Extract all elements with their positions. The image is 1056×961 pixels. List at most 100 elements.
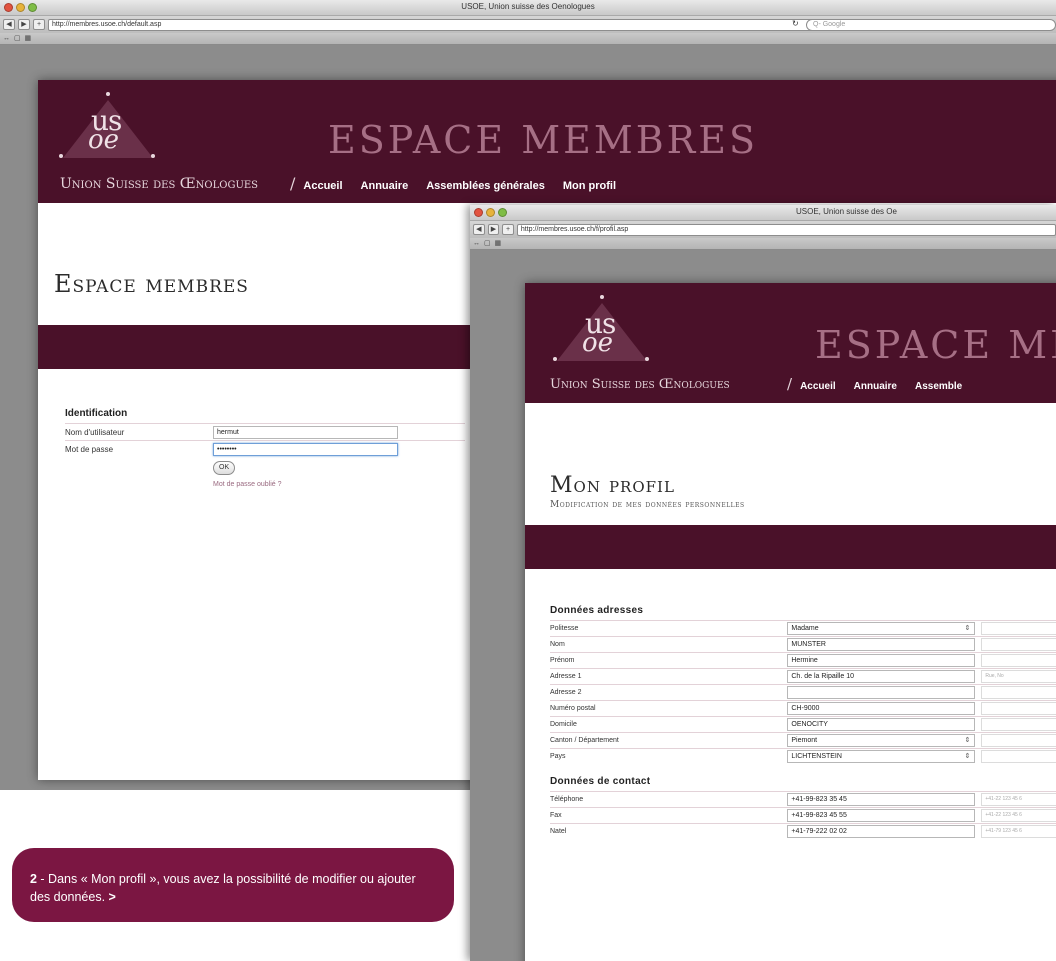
callout-number: 2	[30, 872, 37, 886]
address-form: Données adresses Politesse Madame Nom MUNST…	[550, 605, 1056, 839]
field-label: Téléphone	[550, 796, 584, 803]
window-title: USOE, Union suisse des Oe	[796, 207, 897, 216]
form-row: Prénom Hermine	[550, 652, 1056, 668]
format-hint: +41-22 123 45 6	[981, 809, 1056, 822]
field-label: Politesse	[550, 625, 579, 632]
bookmarks-bar: ↔ ▢ ▦	[0, 33, 1056, 45]
page-title: Mon profil	[550, 473, 675, 498]
window-controls	[474, 208, 507, 217]
form-row: Domicile OENOCITY	[550, 716, 1056, 732]
back-icon[interactable]: ◀	[473, 224, 485, 235]
window-titlebar: USOE, Union suisse des Oe	[470, 205, 1056, 221]
address-rows: PolitesseMadameNomMUNSTERPrénomHermineAd…	[550, 620, 1056, 764]
field-label: Nom	[550, 641, 565, 648]
username-row: Nom d'utilisateur hermut	[65, 423, 465, 440]
login-heading: Identification	[65, 408, 128, 419]
bookmarks-bar: ↔ ▢ ▦	[470, 238, 1056, 250]
forgot-password-link[interactable]: Mot de passe oublié ?	[213, 481, 465, 488]
search-input[interactable]: Q- Google	[806, 19, 1056, 31]
browser-window-profile: USOE, Union suisse des Oe ◀ ▶ + http://m…	[470, 205, 1056, 961]
page-title: Espace membres	[54, 270, 249, 298]
password-input[interactable]: ••••••••	[213, 442, 398, 456]
field-label: Natel	[550, 828, 567, 835]
browser-toolbar: ◀ ▶ + http://membres.usoe.ch/default.asp…	[0, 16, 1056, 33]
main-nav: / Accueil Annuaire Assemble	[787, 375, 963, 393]
text-field[interactable]: +41-99-823 45 55	[787, 809, 976, 822]
usoe-logo: us oe	[553, 295, 652, 370]
zoom-window-button[interactable]	[498, 208, 507, 217]
header-title: ESPACE MEM	[815, 323, 1056, 367]
form-row: Numéro postal CH-9000	[550, 700, 1056, 716]
login-form: Identification Nom d'utilisateur hermut …	[65, 408, 465, 488]
nav-annuaire[interactable]: Annuaire	[361, 180, 409, 192]
text-field[interactable]: +41-79-222 02 02	[787, 825, 976, 838]
form-row: Canton / Département Piemont	[550, 732, 1056, 748]
form-row: Natel +41-79-222 02 02 +41-79 123 45 6	[550, 823, 1056, 839]
text-field[interactable]	[787, 686, 976, 699]
format-hint: Rue, No	[981, 670, 1056, 683]
minimize-window-button[interactable]	[486, 208, 495, 217]
address-bar[interactable]: http://membres.usoe.ch/default.asp	[48, 18, 818, 31]
add-bookmark-icon[interactable]: +	[33, 19, 45, 30]
forward-icon[interactable]: ▶	[487, 224, 500, 235]
field-label: Canton / Département	[550, 737, 619, 744]
bookmarks-icons[interactable]: ↔ ▢ ▦	[473, 240, 502, 247]
main-nav: / Accueil Annuaire Assemblées générales …	[290, 174, 617, 193]
form-row: Fax +41-99-823 45 55 +41-22 123 45 6	[550, 807, 1056, 823]
format-hint	[981, 622, 1056, 635]
add-bookmark-icon[interactable]: +	[502, 224, 514, 235]
select-field[interactable]: Piemont	[787, 734, 976, 747]
field-label: Fax	[550, 812, 562, 819]
address-bar[interactable]: http://membres.usoe.ch/f/profil.asp	[516, 223, 1056, 236]
reload-icon[interactable]: ↻	[792, 19, 799, 28]
username-input[interactable]: hermut	[213, 425, 398, 439]
form-row: Pays LICHTENSTEIN	[550, 748, 1056, 764]
browser-toolbar: ◀ ▶ + http://membres.usoe.ch/f/profil.as…	[470, 221, 1056, 238]
field-label: Adresse 1	[550, 673, 582, 680]
bookmarks-icons[interactable]: ↔ ▢ ▦	[3, 35, 32, 42]
site-header: us oe ESPACE MEMBRES Union Suisse des Œn…	[38, 80, 1056, 203]
format-hint	[981, 638, 1056, 651]
window-title: USOE, Union suisse des Oenologues	[461, 2, 595, 11]
nav-accueil[interactable]: Accueil	[303, 180, 342, 192]
close-window-button[interactable]	[474, 208, 483, 217]
select-field[interactable]: Madame	[787, 622, 976, 635]
nav-mon-profil[interactable]: Mon profil	[563, 180, 616, 192]
title-band	[525, 525, 1056, 569]
form-row: Adresse 2	[550, 684, 1056, 700]
field-label: Adresse 2	[550, 689, 582, 696]
forward-icon[interactable]: ▶	[18, 19, 30, 30]
nav-annuaire[interactable]: Annuaire	[854, 381, 897, 392]
contact-heading: Données de contact	[550, 776, 651, 787]
text-field[interactable]: +41-99-823 35 45	[787, 793, 976, 806]
text-field[interactable]: OENOCITY	[787, 718, 976, 731]
address-heading: Données adresses	[550, 605, 644, 616]
format-hint	[981, 750, 1056, 763]
format-hint	[981, 654, 1056, 667]
nav-assemblees[interactable]: Assemble	[915, 381, 962, 392]
back-icon[interactable]: ◀	[3, 19, 15, 30]
text-field[interactable]: Ch. de la Ripaille 10	[787, 670, 976, 683]
form-row: Téléphone +41-99-823 35 45 +41-22 123 45 6	[550, 791, 1056, 807]
text-field[interactable]: Hermine	[787, 654, 976, 667]
usoe-logo: us oe	[59, 92, 158, 167]
select-field[interactable]: LICHTENSTEIN	[787, 750, 976, 763]
text-field[interactable]: MUNSTER	[787, 638, 976, 651]
ok-button[interactable]: OK	[213, 461, 236, 475]
site-header: us oe ESPACE MEM Union Suisse des Œnolog…	[525, 283, 1056, 403]
field-label: Pays	[550, 753, 566, 760]
window-titlebar: USOE, Union suisse des Oenologues	[0, 0, 1056, 16]
format-hint	[981, 686, 1056, 699]
site-page-profile: us oe ESPACE MEM Union Suisse des Œnolog…	[525, 283, 1056, 961]
nav-assemblees[interactable]: Assemblées générales	[426, 180, 545, 192]
format-hint	[981, 734, 1056, 747]
page-subtitle: Modification de mes données personnelles	[550, 500, 745, 510]
text-field[interactable]: CH-9000	[787, 702, 976, 715]
callout-arrow: >	[105, 890, 116, 904]
format-hint: +41-79 123 45 6	[981, 825, 1056, 838]
format-hint: +41-22 123 45 6	[981, 793, 1056, 806]
nav-accueil[interactable]: Accueil	[800, 381, 836, 392]
format-hint	[981, 702, 1056, 715]
org-name: Union Suisse des Œnologues	[60, 176, 259, 192]
form-row: Adresse 1 Ch. de la Ripaille 10 Rue, No	[550, 668, 1056, 684]
